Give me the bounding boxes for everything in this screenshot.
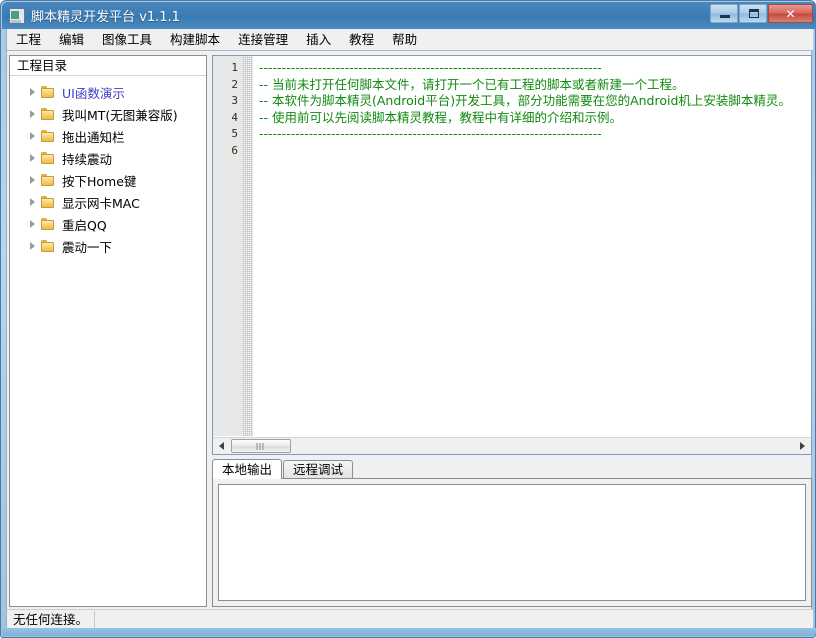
- tree-item-label: UI函数演示: [62, 85, 125, 101]
- folder-icon: [40, 217, 56, 231]
- folder-icon: [40, 151, 56, 165]
- line-number: 5: [231, 127, 238, 140]
- scrollbar-thumb[interactable]: [231, 439, 291, 453]
- menu-tutorial[interactable]: 教程: [340, 30, 383, 50]
- project-tree-panel: 工程目录 UI函数演示 我叫MT(无图兼容版) 拖出通知栏 持续震动 按下Hom…: [9, 55, 207, 607]
- project-tree-header: 工程目录: [10, 56, 206, 76]
- editor-margin-strip: [243, 56, 253, 436]
- title-bar: 脚本精灵开发平台 v1.1.1 ✕: [2, 2, 816, 29]
- code-line: -- 本软件为脚本精灵(Android平台)开发工具，部分功能需要在您的Andr…: [259, 93, 791, 108]
- close-button[interactable]: ✕: [768, 4, 813, 23]
- maximize-button[interactable]: [739, 4, 767, 23]
- tab-local-output[interactable]: 本地输出: [212, 459, 283, 479]
- tree-item-label: 我叫MT(无图兼容版): [62, 107, 178, 123]
- chevron-right-icon[interactable]: [26, 195, 40, 209]
- tree-item-ui-demo[interactable]: UI函数演示: [10, 81, 206, 103]
- editor-horizontal-scrollbar[interactable]: [213, 437, 811, 454]
- line-number: 3: [231, 94, 238, 107]
- chevron-right-icon[interactable]: [26, 151, 40, 165]
- status-bar: 无任何连接。: [7, 609, 813, 630]
- folder-icon: [40, 107, 56, 121]
- tree-item-continuous-vibrate[interactable]: 持续震动: [10, 147, 206, 169]
- application-window-icon: [9, 7, 25, 24]
- menu-insert[interactable]: 插入: [297, 30, 340, 50]
- line-number: 6: [231, 143, 238, 157]
- scrollbar-track[interactable]: [229, 438, 795, 454]
- line-number: 4: [231, 110, 238, 124]
- client-area: 工程 编辑 图像工具 构建脚本 连接管理 插入 教程 帮助 工程目录 UI函数演…: [6, 29, 813, 630]
- chevron-right-icon[interactable]: [26, 85, 40, 99]
- menu-bar: 工程 编辑 图像工具 构建脚本 连接管理 插入 教程 帮助: [7, 29, 813, 51]
- menu-build-script[interactable]: 构建脚本: [161, 30, 229, 50]
- window-title: 脚本精灵开发平台 v1.1.1: [31, 10, 180, 25]
- application-window: 脚本精灵开发平台 v1.1.1 ✕ 工程 编辑 图像工具 构建脚本 连接管理 插…: [0, 0, 816, 638]
- chevron-right-icon[interactable]: [26, 107, 40, 121]
- code-text-area[interactable]: ----------------------------------------…: [253, 56, 811, 436]
- scroll-left-arrow-icon[interactable]: [213, 438, 229, 454]
- menu-image-tools[interactable]: 图像工具: [93, 30, 161, 50]
- tree-item-mt[interactable]: 我叫MT(无图兼容版): [10, 103, 206, 125]
- code-line: -- 使用前可以先阅读脚本精灵教程，教程中有详细的介绍和示例。: [259, 109, 622, 125]
- line-number: 1: [231, 61, 238, 74]
- folder-icon: [40, 195, 56, 209]
- chevron-right-icon[interactable]: [26, 217, 40, 231]
- code-line: ----------------------------------------…: [259, 126, 602, 141]
- menu-edit[interactable]: 编辑: [50, 30, 93, 50]
- close-icon: ✕: [785, 6, 796, 21]
- menu-help[interactable]: 帮助: [383, 30, 426, 50]
- status-message: 无任何连接。: [7, 610, 96, 630]
- code-line: ----------------------------------------…: [259, 60, 602, 75]
- output-text-box[interactable]: [218, 484, 806, 601]
- output-tab-page: [212, 478, 812, 607]
- tree-item-label: 按下Home键: [62, 173, 137, 189]
- tree-item-restart-qq[interactable]: 重启QQ: [10, 213, 206, 235]
- folder-icon: [40, 173, 56, 187]
- tree-item-label: 显示网卡MAC: [62, 195, 140, 211]
- line-number-gutter: 1 2 3 4 5 6: [213, 56, 243, 436]
- scroll-right-arrow-icon[interactable]: [795, 438, 811, 454]
- tab-remote-debug[interactable]: 远程调试: [283, 460, 354, 479]
- tree-item-label: 拖出通知栏: [62, 129, 125, 145]
- menu-project[interactable]: 工程: [7, 30, 50, 50]
- tree-item-label: 重启QQ: [62, 217, 107, 233]
- tree-item-label: 震动一下: [62, 239, 113, 255]
- code-editor-panel[interactable]: 1 2 3 4 5 6 ----------------------------…: [212, 55, 812, 455]
- menu-connection-manager[interactable]: 连接管理: [229, 30, 297, 50]
- project-tree: UI函数演示 我叫MT(无图兼容版) 拖出通知栏 持续震动 按下Home键 显示…: [10, 76, 206, 257]
- output-panel: 本地输出 远程调试: [212, 459, 812, 607]
- window-bottom-frame: [2, 628, 816, 636]
- tree-item-vibrate-once[interactable]: 震动一下: [10, 235, 206, 257]
- tree-item-notification[interactable]: 拖出通知栏: [10, 125, 206, 147]
- line-number: 2: [231, 77, 238, 91]
- code-editor-body[interactable]: 1 2 3 4 5 6 ----------------------------…: [213, 56, 811, 436]
- chevron-right-icon[interactable]: [26, 239, 40, 253]
- minimize-button[interactable]: [710, 4, 738, 23]
- maximize-icon: [749, 9, 759, 18]
- output-tab-strip: 本地输出 远程调试: [212, 459, 812, 479]
- folder-icon: [40, 85, 56, 99]
- tree-item-home-key[interactable]: 按下Home键: [10, 169, 206, 191]
- chevron-right-icon[interactable]: [26, 129, 40, 143]
- folder-icon: [40, 129, 56, 143]
- chevron-right-icon[interactable]: [26, 173, 40, 187]
- tree-item-show-mac[interactable]: 显示网卡MAC: [10, 191, 206, 213]
- code-line: -- 当前未打开任何脚本文件，请打开一个已有工程的脚本或者新建一个工程。: [259, 76, 685, 92]
- caption-buttons: ✕: [710, 4, 813, 23]
- folder-icon: [40, 239, 56, 253]
- minimize-icon: [720, 15, 730, 18]
- tree-item-label: 持续震动: [62, 151, 113, 167]
